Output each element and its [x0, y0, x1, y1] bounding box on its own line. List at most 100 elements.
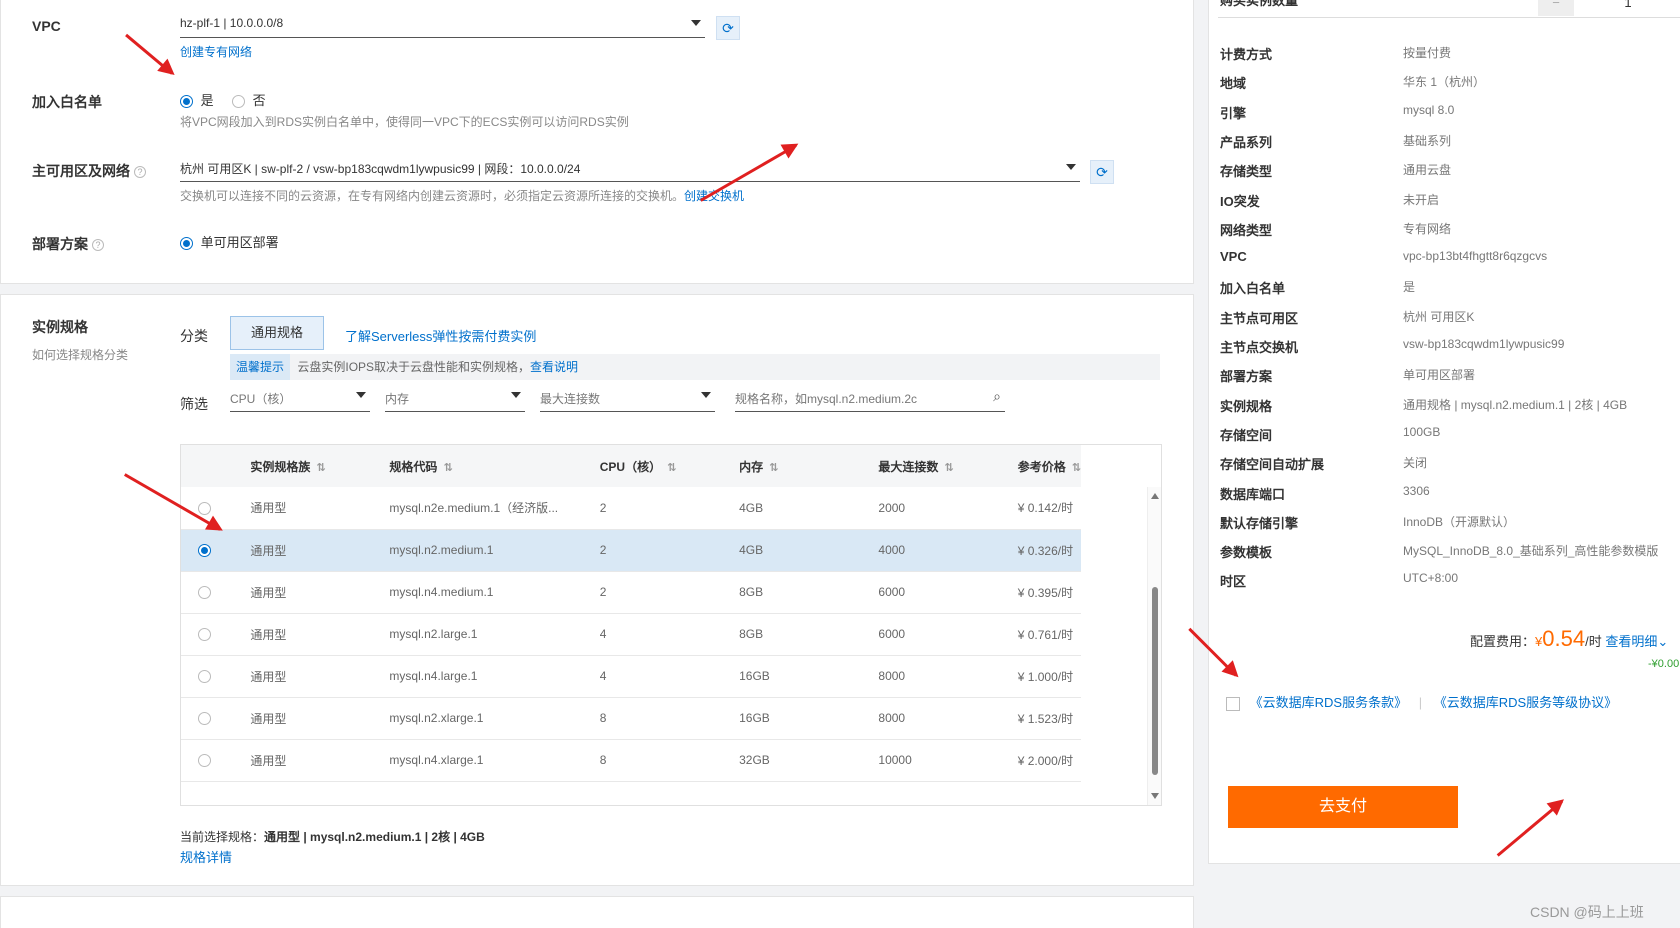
scrollbar-thumb[interactable] [1152, 587, 1158, 775]
row-conn: 2000 [878, 487, 1018, 530]
spec-radio[interactable] [198, 586, 211, 600]
discount-value: -¥0.00 [1648, 658, 1680, 670]
zone-refresh-button[interactable]: ⟳ [1090, 160, 1114, 184]
row-code: mysql.n2.medium.1 [389, 529, 600, 572]
col-code-label: 规格代码 [389, 459, 438, 474]
qty-value[interactable]: 1 [1588, 0, 1668, 16]
spec-radio[interactable] [198, 501, 211, 515]
pay-button[interactable]: 去支付 [1228, 786, 1458, 828]
whitelist-no-label: 否 [252, 93, 266, 108]
help-icon[interactable]: ? [92, 239, 104, 252]
deploy-single-radio[interactable] [180, 237, 193, 251]
col-code[interactable]: 规格代码 ⇅ [389, 445, 600, 487]
sort-icon[interactable]: ⇅ [316, 462, 325, 474]
spec-radio[interactable] [198, 544, 211, 558]
spec-search-input[interactable]: 规格名称，如mysql.n2.medium.2c ⌕ [735, 386, 1005, 412]
table-row[interactable]: 通用型 mysql.n2e.medium.1（经济版... 2 4GB 2000 ¥ 0.… [181, 487, 1081, 530]
summary-key: 引擎 [1220, 105, 1247, 121]
mem-filter-select[interactable]: 内存 [385, 386, 525, 412]
vpc-select[interactable]: hz-plf-1 | 10.0.0.0/8 [180, 14, 705, 38]
col-family[interactable]: 实例规格族 ⇅ [250, 445, 390, 487]
whitelist-no-option[interactable]: 否 [232, 90, 266, 109]
row-family: 通用型 [250, 739, 390, 782]
sort-icon[interactable]: ⇅ [769, 462, 778, 474]
zone-label-text: 主可用区及网络 [32, 163, 130, 179]
col-family-label: 实例规格族 [250, 459, 311, 474]
sort-icon[interactable]: ⇅ [944, 462, 953, 474]
row-conn: 4000 [878, 529, 1018, 572]
row-cpu: 2 [599, 571, 740, 614]
spec-sub-link[interactable]: 如何选择规格分类 [32, 346, 128, 363]
cpu-filter-value: CPU（核） [230, 392, 292, 406]
table-row[interactable]: 通用型 mysql.n4.medium.1 2 8GB 6000 ¥ 0.395/时 [181, 571, 1081, 614]
col-mem[interactable]: 内存 ⇅ [739, 445, 879, 487]
spec-table-body: 通用型 mysql.n2e.medium.1（经济版... 2 4GB 2000 ¥ 0.… [181, 487, 1081, 782]
table-row[interactable]: 通用型 mysql.n2.medium.1 2 4GB 4000 ¥ 0.326/时 [181, 529, 1081, 572]
scroll-up-icon[interactable] [1151, 493, 1159, 499]
summary-key: 加入白名单 [1220, 281, 1286, 297]
cpu-filter-select[interactable]: CPU（核） [230, 386, 370, 412]
col-cpu[interactable]: CPU（核） ⇅ [599, 445, 740, 487]
vpc-refresh-button[interactable]: ⟳ [716, 16, 740, 40]
summary-key: 参数模板 [1220, 545, 1273, 561]
summary-key: 时区 [1220, 574, 1247, 590]
sort-icon[interactable]: ⇅ [443, 462, 452, 474]
fee-value: 0.54 [1542, 626, 1586, 651]
help-icon[interactable]: ? [134, 166, 146, 179]
row-radio [181, 613, 251, 656]
deploy-single-option[interactable]: 单可用区部署 [180, 232, 279, 251]
row-family: 通用型 [250, 613, 390, 656]
table-row[interactable]: 通用型 mysql.n4.xlarge.1 8 32GB 10000 ¥ 2.000/时 [181, 739, 1081, 782]
row-code: mysql.n2e.medium.1（经济版... [389, 487, 600, 530]
tip-link[interactable]: 查看说明 [530, 360, 578, 374]
create-vpc-link[interactable]: 创建专有网络 [180, 43, 252, 60]
filter-label: 筛选 [180, 396, 208, 412]
summary-value: vsw-bp183cqwdm1lywpusic99 [1403, 337, 1565, 351]
sort-icon[interactable]: ⇅ [667, 462, 676, 474]
zone-select[interactable]: 杭州 可用区K | sw-plf-2 / vsw-bp183cqwdm1lywp… [180, 158, 1080, 182]
chevron-down-icon [701, 392, 711, 398]
sort-icon[interactable]: ⇅ [1072, 462, 1081, 474]
table-row[interactable]: 通用型 mysql.n2.xlarge.1 8 16GB 8000 ¥ 1.523/时 [181, 697, 1081, 740]
search-icon[interactable]: ⌕ [993, 388, 1001, 405]
spec-radio[interactable] [198, 712, 211, 726]
zone-label: 主可用区及网络? [32, 161, 146, 181]
spec-detail-link[interactable]: 规格详情 [180, 847, 232, 866]
spec-radio[interactable] [198, 754, 211, 768]
summary-key: 部署方案 [1220, 369, 1273, 385]
conn-filter-value: 最大连接数 [540, 392, 601, 406]
serverless-link[interactable]: 了解Serverless弹性按需付费实例 [345, 326, 536, 345]
whitelist-yes-option[interactable]: 是 [180, 90, 214, 109]
agreement-terms-link[interactable]: 《云数据库RDS服务条款》 [1250, 695, 1407, 710]
fee-unit: /时 [1585, 634, 1602, 649]
fee-detail-link[interactable]: 查看明细 [1605, 634, 1657, 649]
table-scrollbar[interactable] [1147, 487, 1161, 805]
agreement-separator: | [1418, 695, 1423, 710]
row-cpu: 2 [599, 487, 740, 530]
agreement-row: 《云数据库RDS服务条款》 | 《云数据库RDS服务等级协议》 [1226, 692, 1617, 711]
spec-radio[interactable] [198, 628, 211, 642]
col-price[interactable]: 参考价格 ⇅ [1017, 445, 1081, 487]
row-conn: 8000 [878, 655, 1018, 698]
col-mem-label: 内存 [739, 459, 764, 474]
row-price: ¥ 2.000/时 [1017, 739, 1081, 782]
summary-value: 杭州 可用区K [1403, 309, 1475, 324]
whitelist-yes-radio[interactable] [180, 95, 193, 109]
chevron-down-icon [691, 20, 701, 26]
agreement-checkbox[interactable] [1226, 696, 1240, 711]
fee-label: 配置费用： [1470, 634, 1536, 649]
tip-text: 云盘实例IOPS取决于云盘性能和实例规格， [297, 360, 531, 374]
qty-minus-button[interactable]: − [1538, 0, 1574, 16]
scroll-down-icon[interactable] [1151, 793, 1159, 799]
conn-filter-select[interactable]: 最大连接数 [540, 386, 715, 412]
col-conn[interactable]: 最大连接数 ⇅ [878, 445, 1018, 487]
table-row[interactable]: 通用型 mysql.n2.large.1 4 8GB 6000 ¥ 0.761/时 [181, 613, 1081, 656]
agreement-sla-link[interactable]: 《云数据库RDS服务等级协议》 [1434, 695, 1617, 710]
row-price: ¥ 0.761/时 [1017, 613, 1081, 656]
whitelist-no-radio[interactable] [232, 95, 245, 109]
summary-key: 存储类型 [1220, 164, 1273, 180]
table-row[interactable]: 通用型 mysql.n4.large.1 4 16GB 8000 ¥ 1.000/时 [181, 655, 1081, 698]
spec-radio[interactable] [198, 670, 211, 684]
category-tab-general[interactable]: 通用规格 [230, 316, 324, 350]
chevron-down-icon[interactable]: ⌄ [1657, 634, 1668, 649]
